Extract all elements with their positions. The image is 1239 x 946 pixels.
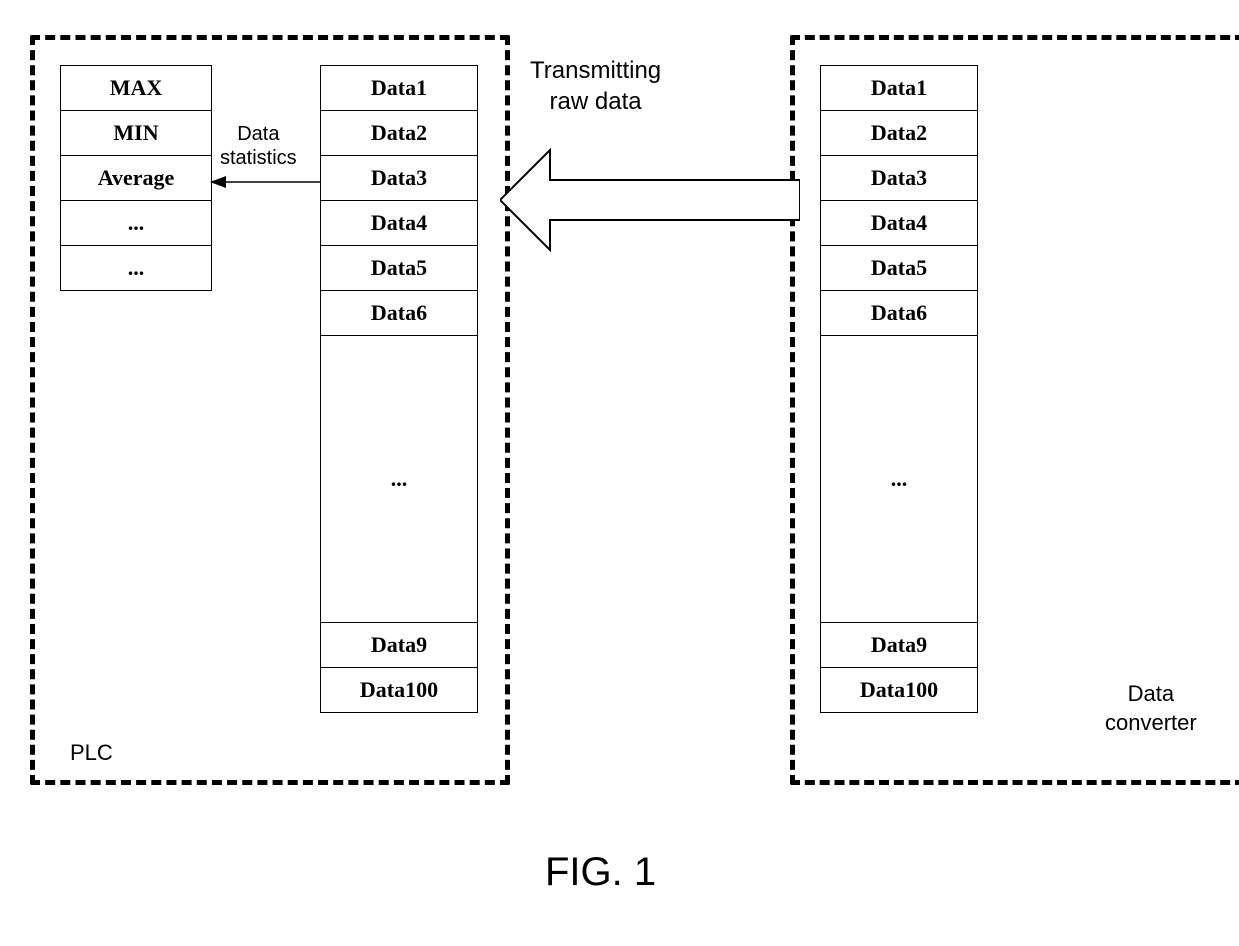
stats-label-line1: Data xyxy=(237,123,279,145)
data-row: Data2 xyxy=(821,111,977,156)
stats-table: MAX MIN Average ... ... xyxy=(60,65,212,291)
data-row-ellipsis: ... xyxy=(821,336,977,623)
plc-label: PLC xyxy=(70,740,113,766)
stats-row: Average xyxy=(61,156,211,201)
converter-data-table: Data1 Data2 Data3 Data4 Data5 Data6 ... … xyxy=(820,65,978,713)
data-statistics-label: Data statistics xyxy=(220,122,297,170)
transmit-arrow-icon xyxy=(500,140,800,260)
diagram-container: MAX MIN Average ... ... Data1 Data2 Data… xyxy=(20,20,1220,920)
data-row: Data5 xyxy=(821,246,977,291)
data-row: Data2 xyxy=(321,111,477,156)
data-row: Data6 xyxy=(321,291,477,336)
data-row: Data3 xyxy=(321,156,477,201)
data-row-ellipsis: ... xyxy=(321,336,477,623)
stats-row: MAX xyxy=(61,66,211,111)
transmit-label-line2: raw data xyxy=(550,88,642,115)
transmit-label-line1: Transmitting xyxy=(530,57,661,84)
plc-data-table: Data1 Data2 Data3 Data4 Data5 Data6 ... … xyxy=(320,65,478,713)
transmit-label: Transmitting raw data xyxy=(530,55,661,117)
data-row: Data100 xyxy=(821,668,977,712)
converter-label-line2: converter xyxy=(1105,710,1197,735)
data-row: Data4 xyxy=(321,201,477,246)
data-row: Data1 xyxy=(821,66,977,111)
converter-label-line1: Data xyxy=(1128,681,1174,706)
stats-label-line2: statistics xyxy=(220,147,297,169)
data-row: Data100 xyxy=(321,668,477,712)
stats-row: MIN xyxy=(61,111,211,156)
figure-label: FIG. 1 xyxy=(545,850,656,895)
data-row: Data4 xyxy=(821,201,977,246)
data-row: Data6 xyxy=(821,291,977,336)
converter-label: Data converter xyxy=(1105,680,1197,737)
stats-arrow-icon xyxy=(210,172,320,192)
data-row: Data5 xyxy=(321,246,477,291)
data-row: Data9 xyxy=(321,623,477,668)
data-row: Data3 xyxy=(821,156,977,201)
stats-row: ... xyxy=(61,201,211,246)
data-row: Data9 xyxy=(821,623,977,668)
stats-row: ... xyxy=(61,246,211,290)
data-row: Data1 xyxy=(321,66,477,111)
